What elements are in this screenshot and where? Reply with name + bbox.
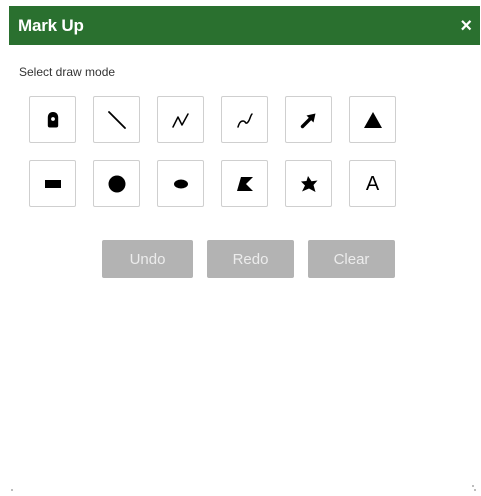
text-icon: A bbox=[365, 172, 380, 195]
draw-tool-grid: A bbox=[29, 96, 396, 207]
circle-icon bbox=[108, 175, 125, 192]
resize-handle-left bbox=[11, 489, 13, 491]
arrow-tool-button[interactable] bbox=[285, 96, 332, 143]
polygon-tool-button[interactable] bbox=[221, 160, 268, 207]
clear-button[interactable]: Clear bbox=[308, 240, 395, 278]
freehand-polyline-tool-button[interactable] bbox=[221, 96, 268, 143]
map-pin-icon bbox=[47, 111, 58, 127]
panel-header: Mark Up × bbox=[9, 6, 480, 45]
circle-tool-button[interactable] bbox=[93, 160, 140, 207]
polygon-icon bbox=[236, 176, 253, 191]
point-tool-button[interactable] bbox=[29, 96, 76, 143]
freehand-polygon-icon bbox=[300, 175, 317, 192]
rectangle-icon bbox=[44, 179, 61, 188]
close-icon[interactable]: × bbox=[460, 16, 472, 36]
rectangle-tool-button[interactable] bbox=[29, 160, 76, 207]
markup-panel: Mark Up × Select draw mode A Undo Redo C… bbox=[0, 0, 481, 496]
line-tool-button[interactable] bbox=[93, 96, 140, 143]
redo-button[interactable]: Redo bbox=[207, 240, 294, 278]
ellipse-tool-button[interactable] bbox=[157, 160, 204, 207]
panel-title: Mark Up bbox=[18, 15, 84, 35]
text-tool-button[interactable]: A bbox=[349, 160, 396, 207]
polyline-icon bbox=[171, 112, 189, 128]
triangle-tool-button[interactable] bbox=[349, 96, 396, 143]
freehand-polygon-tool-button[interactable] bbox=[285, 160, 332, 207]
undo-button[interactable]: Undo bbox=[102, 240, 193, 278]
arrow-icon bbox=[300, 113, 315, 128]
ellipse-icon bbox=[173, 179, 188, 188]
polyline-tool-button[interactable] bbox=[157, 96, 204, 143]
freehand-line-icon bbox=[236, 112, 253, 128]
line-icon bbox=[107, 110, 126, 129]
triangle-icon bbox=[363, 111, 382, 128]
draw-mode-label: Select draw mode bbox=[19, 65, 116, 79]
action-buttons: Undo Redo Clear bbox=[102, 240, 395, 278]
resize-handle-right[interactable] bbox=[472, 485, 474, 487]
resize-handle-right-dot bbox=[474, 489, 476, 491]
